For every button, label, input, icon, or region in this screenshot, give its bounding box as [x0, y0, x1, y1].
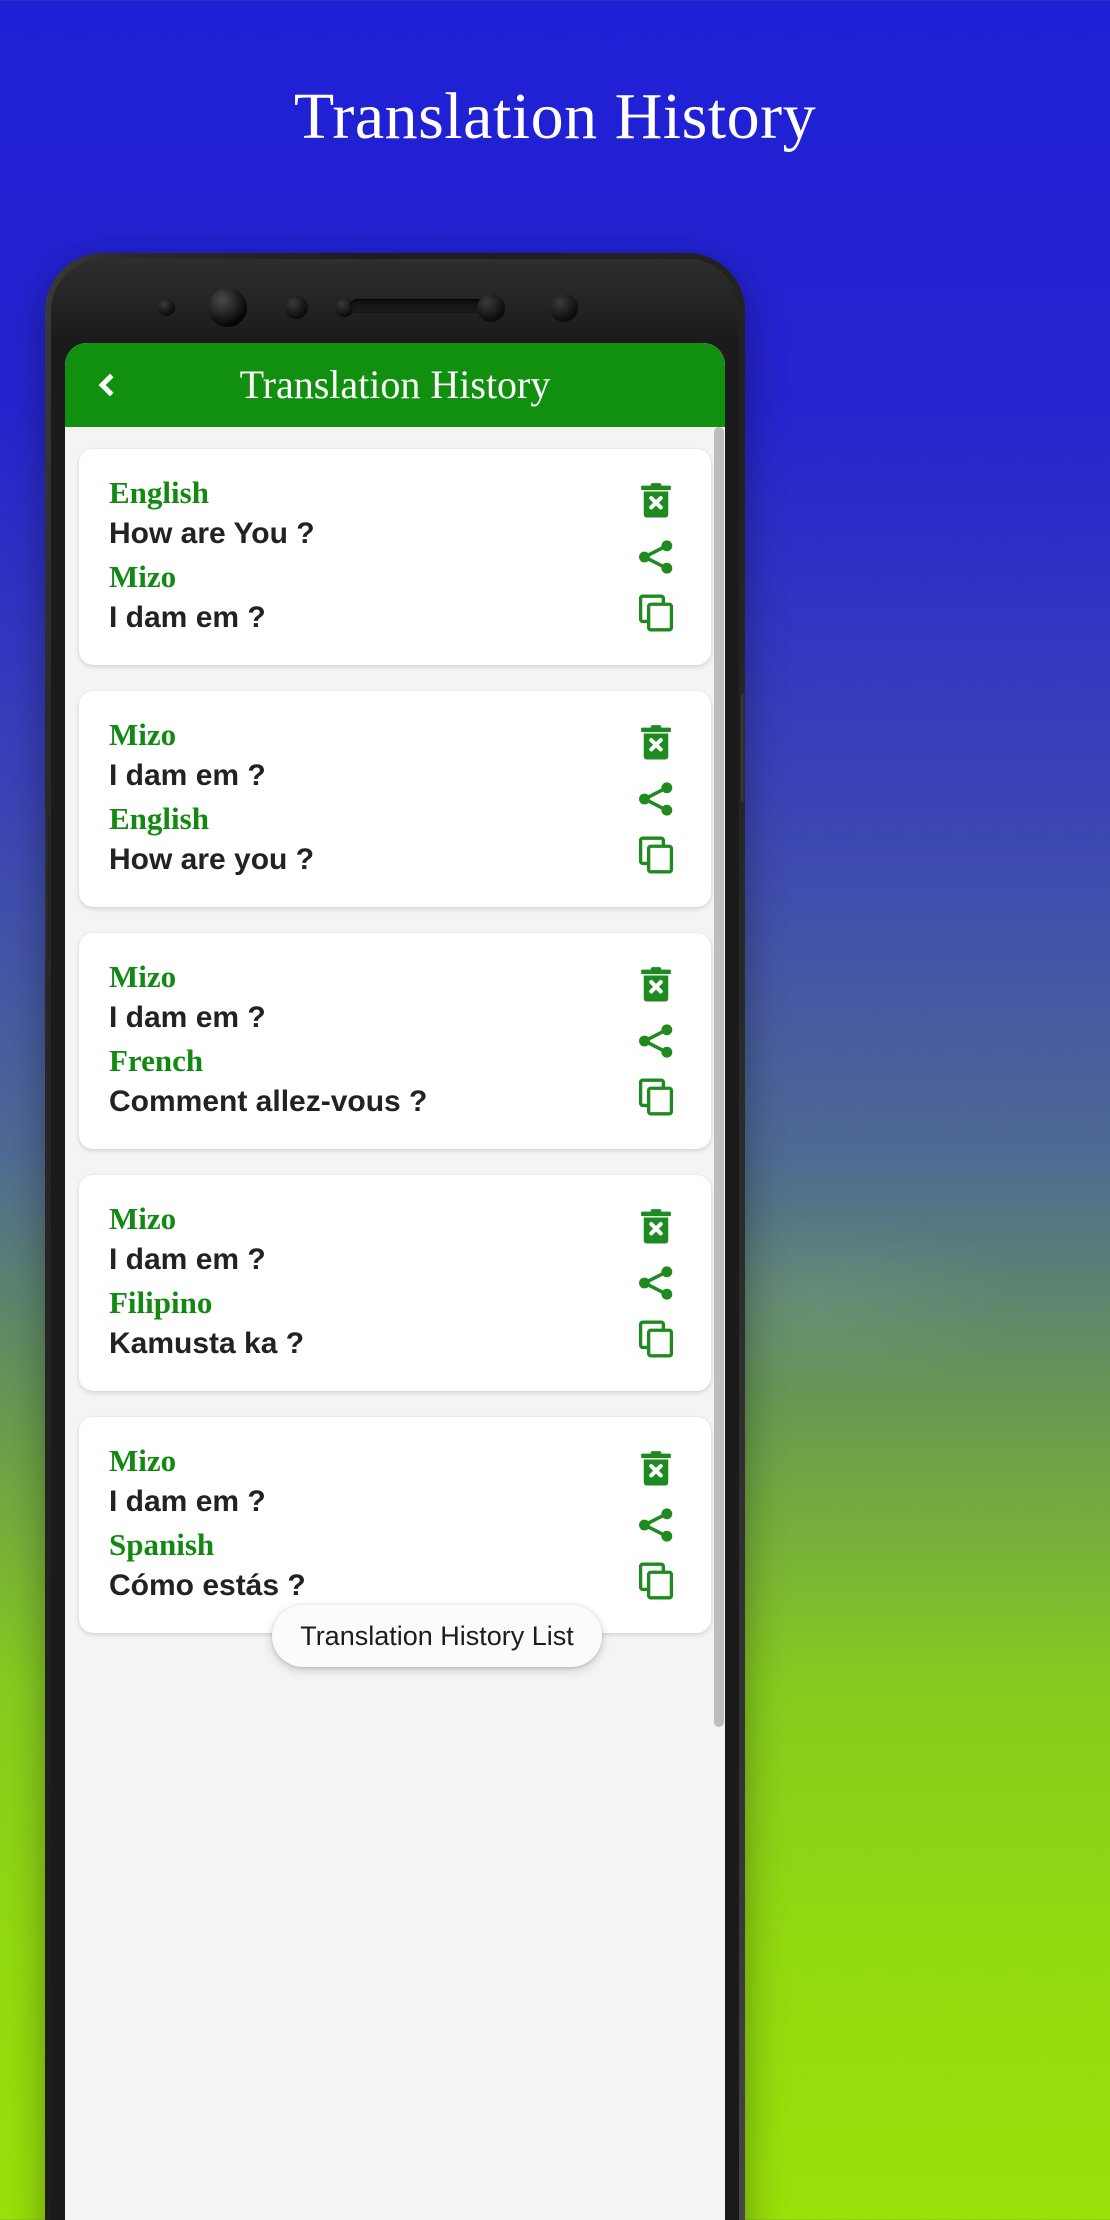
power-button[interactable] [741, 693, 745, 803]
copy-icon [638, 1320, 674, 1358]
target-language-label: Mizo [109, 559, 177, 594]
history-card-text: Mizo I dam em ? Filipino Kamusta ka ? [109, 1199, 627, 1367]
trash-delete-icon [641, 725, 671, 760]
app-bar-title: Translation History [239, 362, 551, 407]
source-text: I dam em ? [109, 759, 266, 792]
phone-mockup-frame: Translation History English How are You … [45, 253, 745, 2220]
source-language-label: Mizo [109, 1201, 177, 1236]
target-language-label: English [109, 801, 209, 836]
share-icon [639, 782, 673, 816]
iris-scanner-icon [477, 294, 505, 322]
app-bar: Translation History [65, 343, 725, 427]
history-card[interactable]: Mizo I dam em ? French Comment allez-vou… [79, 933, 711, 1149]
copy-icon [638, 594, 674, 632]
history-card[interactable]: Mizo I dam em ? Filipino Kamusta ka ? [79, 1175, 711, 1391]
source-text: I dam em ? [109, 1485, 266, 1518]
target-text: I dam em ? [109, 601, 266, 634]
copy-button[interactable] [630, 1071, 682, 1123]
share-button[interactable] [630, 531, 682, 583]
target-text: Cómo estás ? [109, 1569, 306, 1602]
share-icon [639, 1508, 673, 1542]
secondary-camera-icon [550, 294, 578, 322]
source-text: I dam em ? [109, 1243, 266, 1276]
target-language-label: Spanish [109, 1527, 215, 1562]
share-button[interactable] [630, 1015, 682, 1067]
trash-delete-icon [641, 1209, 671, 1244]
target-text: How are you ? [109, 843, 315, 876]
share-button[interactable] [630, 1499, 682, 1551]
phone-top-bezel [45, 253, 745, 345]
copy-button[interactable] [630, 1555, 682, 1607]
share-icon [639, 1024, 673, 1058]
delete-button[interactable] [630, 959, 682, 1011]
share-icon [639, 1266, 673, 1300]
delete-button[interactable] [630, 1443, 682, 1495]
back-button[interactable] [79, 357, 135, 413]
trash-delete-icon [641, 483, 671, 518]
history-card-actions [627, 715, 685, 883]
phone-screen: Translation History English How are You … [65, 343, 725, 2220]
scrollbar-thumb[interactable] [714, 427, 724, 1727]
share-button[interactable] [630, 1257, 682, 1309]
target-language-label: Filipino [109, 1285, 213, 1320]
copy-button[interactable] [630, 587, 682, 639]
target-text: Kamusta ka ? [109, 1327, 305, 1360]
source-language-label: Mizo [109, 959, 177, 994]
history-card[interactable]: Mizo I dam em ? Spanish Cómo estás ? [79, 1417, 711, 1633]
history-card-text: Mizo I dam em ? English How are you ? [109, 715, 627, 883]
history-card-actions [627, 1199, 685, 1367]
history-card-actions [627, 1441, 685, 1609]
chevron-left-icon [98, 373, 121, 397]
history-card-text: Mizo I dam em ? Spanish Cómo estás ? [109, 1441, 627, 1609]
trash-delete-icon [641, 967, 671, 1002]
delete-button[interactable] [630, 475, 682, 527]
history-card-actions [627, 473, 685, 641]
copy-button[interactable] [630, 1313, 682, 1365]
tooltip: Translation History List [272, 1605, 602, 1667]
delete-button[interactable] [630, 717, 682, 769]
copy-icon [638, 836, 674, 874]
history-card-text: Mizo I dam em ? French Comment allez-vou… [109, 957, 627, 1125]
translation-history-list[interactable]: English How are You ? Mizo I dam em ? Mi… [65, 427, 725, 2220]
share-icon [639, 540, 673, 574]
history-card[interactable]: English How are You ? Mizo I dam em ? [79, 449, 711, 665]
history-card-text: English How are You ? Mizo I dam em ? [109, 473, 627, 641]
source-text: How are You ? [109, 517, 315, 550]
light-sensor-icon [158, 299, 175, 316]
scrollbar-track[interactable] [714, 427, 725, 2220]
target-language-label: French [109, 1043, 204, 1078]
copy-icon [638, 1562, 674, 1600]
copy-icon [638, 1078, 674, 1116]
page-title: Translation History [293, 80, 817, 153]
proximity-sensor-icon [285, 296, 308, 319]
volume-button[interactable] [45, 813, 49, 963]
history-card-actions [627, 957, 685, 1125]
target-text: Comment allez-vous ? [109, 1085, 428, 1118]
source-language-label: Mizo [109, 717, 177, 752]
source-text: I dam em ? [109, 1001, 266, 1034]
trash-delete-icon [641, 1451, 671, 1486]
tooltip-label: Translation History List [300, 1621, 574, 1651]
source-language-label: English [109, 475, 209, 510]
copy-button[interactable] [630, 829, 682, 881]
front-camera-icon [208, 288, 247, 327]
delete-button[interactable] [630, 1201, 682, 1253]
earpiece-speaker [350, 299, 490, 313]
history-card[interactable]: Mizo I dam em ? English How are you ? [79, 691, 711, 907]
share-button[interactable] [630, 773, 682, 825]
source-language-label: Mizo [109, 1443, 177, 1478]
